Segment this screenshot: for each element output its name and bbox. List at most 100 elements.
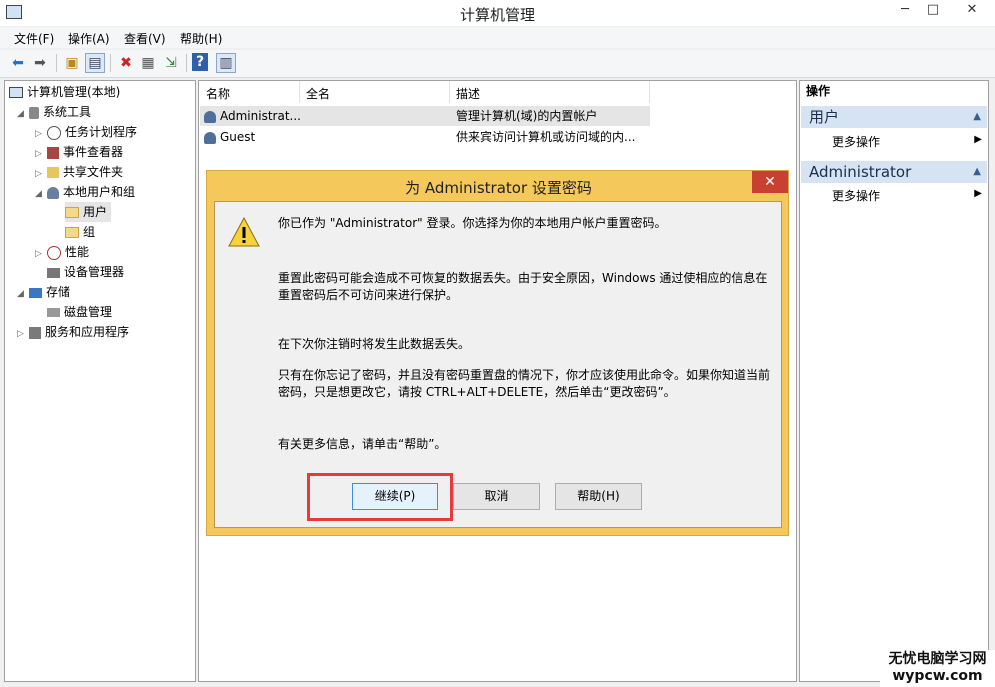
minimize-button[interactable]: ─: [890, 0, 920, 22]
actions-section-users[interactable]: 用户 ▲: [801, 106, 987, 128]
tree-node-shared-folders[interactable]: ▷ 共享文件夹: [35, 162, 123, 182]
tree-node-local-users-groups[interactable]: ◢ 本地用户和组: [35, 182, 135, 202]
tree-node-storage[interactable]: ◢ 存储: [17, 282, 70, 302]
table-row[interactable]: Administrat... 管理计算机(域)的内置帐户: [200, 106, 650, 126]
tree-node-disk-management[interactable]: 磁盘管理: [47, 302, 112, 322]
tree-label: 设备管理器: [64, 265, 125, 279]
tree-node-users[interactable]: 用户: [65, 202, 112, 222]
performance-icon: [47, 245, 61, 260]
watermark: 无忧电脑学习网 wypcw.com: [880, 650, 995, 687]
maximize-button[interactable]: □: [918, 0, 948, 22]
tree-node-device-manager[interactable]: 设备管理器: [47, 262, 124, 282]
cancel-button[interactable]: 取消: [453, 483, 540, 510]
collapse-icon[interactable]: ◢: [35, 184, 47, 204]
tree-node-groups[interactable]: 组: [65, 222, 95, 242]
delete-icon[interactable]: ✖: [116, 53, 136, 73]
expand-icon[interactable]: ▷: [17, 324, 29, 344]
folder-icon: [65, 227, 79, 238]
tree-label: 计算机管理(本地): [27, 85, 121, 99]
user-icon: [204, 110, 216, 123]
tree-label: 性能: [65, 245, 90, 259]
tree-node-performance[interactable]: ▷ 性能: [35, 242, 89, 262]
menu-bar: 文件(F) 操作(A) 查看(V) 帮助(H): [0, 27, 995, 48]
menu-file[interactable]: 文件(F): [14, 30, 54, 47]
column-header-fullname[interactable]: 全名: [306, 85, 330, 102]
tools-icon: [29, 106, 39, 119]
dialog-close-button[interactable]: ✕: [752, 171, 788, 193]
user-name: Administrat...: [220, 109, 300, 123]
tree-node-task-scheduler[interactable]: ▷ 任务计划程序: [35, 122, 137, 142]
tree-node-event-viewer[interactable]: ▷ 事件查看器: [35, 142, 123, 162]
storage-icon: [29, 287, 42, 298]
action-more-actions[interactable]: 更多操作: [832, 187, 880, 204]
users-icon: [47, 186, 59, 199]
dialog-body: 你已作为 "Administrator" 登录。你选择为你的本地用户帐户重置密码…: [214, 201, 782, 528]
collapse-icon[interactable]: ▲: [973, 106, 981, 128]
user-description: 管理计算机(域)的内置帐户: [456, 109, 598, 123]
submenu-arrow-icon[interactable]: ▶: [974, 188, 982, 199]
tree-label: 事件查看器: [63, 145, 124, 159]
clock-icon: [47, 125, 61, 140]
menu-help[interactable]: 帮助(H): [180, 30, 222, 47]
column-header-description[interactable]: 描述: [456, 85, 480, 102]
tree-node-services-apps[interactable]: ▷ 服务和应用程序: [17, 322, 129, 342]
navigation-tree: 计算机管理(本地) ◢ 系统工具 ▷ 任务计划程序 ▷ 事件查看器 ▷ 共享文件夹 ◢ 本…: [4, 80, 196, 682]
submenu-arrow-icon[interactable]: ▶: [974, 134, 982, 145]
menu-action[interactable]: 操作(A): [68, 30, 110, 47]
up-folder-icon[interactable]: ▣: [62, 53, 82, 73]
dialog-message: 只有在你忘记了密码，并且没有密码重置盘的情况下，你才应该使用此命令。如果你知道当…: [278, 368, 771, 399]
disk-icon: [47, 308, 60, 317]
tree-label: 存储: [46, 285, 71, 299]
section-title: Administrator: [809, 163, 912, 181]
actions-pane: 操作 用户 ▲ 更多操作 ▶ Administrator ▲ 更多操作 ▶: [799, 80, 989, 682]
export-icon[interactable]: ⇲: [161, 53, 181, 73]
dialog-message: 有关更多信息，请单击“帮助”。: [278, 437, 447, 451]
column-header-name[interactable]: 名称: [206, 85, 230, 102]
table-row[interactable]: Guest 供来宾访问计算机或访问域的内...: [200, 127, 650, 147]
action-label: 更多操作: [832, 135, 881, 149]
forward-icon[interactable]: ➡: [30, 53, 50, 73]
close-button[interactable]: ✕: [952, 0, 992, 22]
tree-label: 本地用户和组: [63, 185, 136, 199]
properties-icon[interactable]: ▦: [138, 53, 158, 73]
tree-label: 服务和应用程序: [45, 325, 130, 339]
dialog-message: 你已作为 "Administrator" 登录。你选择为你的本地用户帐户重置密码…: [278, 216, 667, 230]
expand-icon[interactable]: ▷: [35, 124, 47, 144]
watermark-line1: 无忧电脑学习网: [888, 651, 987, 667]
expand-icon[interactable]: ▷: [35, 144, 47, 164]
dialog-message: 重置此密码可能会造成不可恢复的数据丢失。由于安全原因，Windows 通过使相应…: [278, 271, 768, 302]
tree-label: 磁盘管理: [64, 305, 113, 319]
action-label: 更多操作: [832, 189, 881, 203]
services-icon: [29, 326, 41, 339]
tree-label: 共享文件夹: [63, 165, 124, 179]
tree-label: 系统工具: [43, 105, 92, 119]
actions-section-administrator[interactable]: Administrator ▲: [801, 161, 987, 183]
actions-header: 操作: [800, 81, 988, 102]
expand-icon[interactable]: ▷: [35, 244, 47, 264]
collapse-icon[interactable]: ▲: [973, 161, 981, 183]
dialog-message: 在下次你注销时将发生此数据丢失。: [278, 337, 471, 351]
help-icon[interactable]: ?: [192, 53, 208, 71]
expand-icon[interactable]: ▷: [35, 164, 47, 184]
help-button[interactable]: 帮助(H): [555, 483, 642, 510]
tree-node-system-tools[interactable]: ◢ 系统工具: [17, 102, 91, 122]
tree-label: 组: [83, 225, 96, 239]
toolbar: ⬅ ➡ ▣ ▤ ✖ ▦ ⇲ ? ▥: [0, 50, 995, 78]
set-password-dialog: 为 Administrator 设置密码 ✕ 你已作为 "Administrat…: [206, 170, 789, 536]
highlight-box: [307, 473, 453, 521]
show-tree-icon[interactable]: ▤: [85, 53, 105, 73]
tree-node-computer-management[interactable]: 计算机管理(本地): [9, 82, 120, 102]
console-icon[interactable]: ▥: [216, 53, 236, 73]
menu-view[interactable]: 查看(V): [124, 30, 166, 47]
folder-icon: [65, 207, 79, 218]
user-name: Guest: [220, 130, 256, 144]
back-icon[interactable]: ⬅: [8, 53, 28, 73]
shared-folder-icon: [47, 167, 59, 178]
action-more-actions[interactable]: 更多操作: [832, 133, 880, 150]
title-bar: 计算机管理 ─ □ ✕: [0, 0, 995, 26]
event-viewer-icon: [47, 146, 59, 159]
warning-icon: [228, 217, 260, 247]
collapse-icon[interactable]: ◢: [17, 284, 29, 304]
collapse-icon[interactable]: ◢: [17, 104, 29, 124]
device-manager-icon: [47, 267, 60, 278]
